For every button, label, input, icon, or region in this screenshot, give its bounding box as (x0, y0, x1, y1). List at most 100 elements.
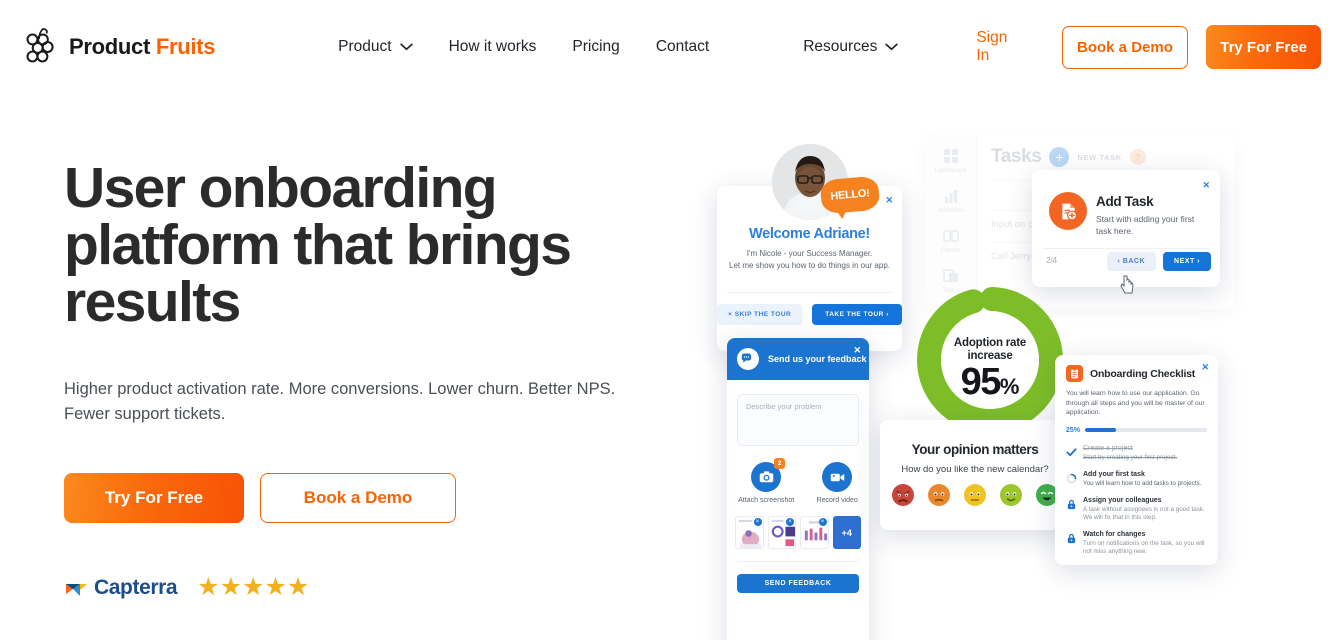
remove-thumbnail-icon[interactable]: × (753, 518, 762, 526)
nav-item-pricing[interactable]: Pricing (554, 38, 637, 56)
attach-screenshot-action[interactable]: 2 Attach screenshot (738, 458, 794, 504)
book-demo-button-hero[interactable]: Book a Demo (260, 473, 456, 523)
app-page-title: Tasks (991, 146, 1042, 167)
main-nav: Product How it works Pricing Contact Res… (320, 38, 916, 56)
app-sidebar-item-dashboard[interactable]: Dashboard (934, 148, 967, 174)
hero-cta-group: Try For Free Book a Demo (64, 473, 664, 523)
logo-text: Product Fruits (69, 34, 215, 60)
nav-label-product: Product (338, 38, 392, 55)
app-sidebar-item-clients[interactable]: Clients (940, 228, 961, 254)
remove-thumbnail-icon[interactable]: × (818, 518, 827, 526)
checklist-item-title: Create a project (1083, 444, 1133, 452)
tasks-icon (942, 269, 958, 282)
feedback-textarea[interactable]: Describe your problem (737, 394, 859, 446)
checklist-item[interactable]: Assign your colleagues A task without as… (1066, 496, 1207, 523)
back-button[interactable]: ‹ BACK (1106, 252, 1156, 271)
app-row-name: Call Jerry (991, 251, 1032, 262)
try-for-free-button-header[interactable]: Try For Free (1206, 25, 1321, 69)
welcome-body-line1: I'm Nicole - your Success Manager. (746, 249, 873, 258)
sad-face-icon[interactable] (927, 483, 951, 507)
help-button[interactable]: ? (1129, 149, 1146, 165)
send-feedback-button[interactable]: SEND FEEDBACK (737, 574, 859, 593)
try-for-free-button-hero[interactable]: Try For Free (64, 473, 244, 523)
grapes-logo-icon (26, 28, 54, 63)
attachment-thumbnails: × × × +4 (735, 516, 862, 549)
emoji-rating-group (880, 483, 1070, 507)
divider (737, 561, 859, 562)
logo[interactable]: Product Fruits (22, 27, 215, 67)
skip-tour-button[interactable]: × SKIP THE TOUR (717, 304, 803, 325)
nav-item-product[interactable]: Product (320, 38, 430, 56)
close-icon[interactable]: ✕ (853, 345, 861, 356)
welcome-body-line2: Let me show you how to do things in our … (729, 261, 890, 270)
feedback-actions: 2 Attach screenshot Record video (727, 458, 869, 504)
capterra-logo: Capterra (64, 576, 178, 600)
nav-label-contact: Contact (655, 38, 710, 55)
angry-face-icon[interactable] (891, 483, 915, 507)
lock-glyph (1067, 499, 1076, 509)
app-sidebar-label-clients: Clients (940, 247, 961, 254)
thumbnail[interactable]: × (800, 516, 829, 549)
add-task-body: Start with adding your first task here. (1096, 214, 1195, 236)
hello-speech-bubble: HELLO! (819, 175, 881, 215)
checklist-item-desc: A task without assignees is not a good t… (1083, 505, 1205, 522)
neutral-face-icon[interactable] (963, 483, 987, 507)
chevron-down-icon (399, 43, 413, 51)
add-task-tooltip-card: ✕ Add Task Start with adding your first … (1032, 170, 1220, 287)
clipboard-glyph (1071, 368, 1078, 379)
take-tour-button[interactable]: TAKE THE TOUR › (812, 304, 902, 325)
record-video-action[interactable]: Record video (817, 462, 858, 504)
chat-glyph (741, 353, 752, 363)
checklist-item-title: Add your first task (1083, 470, 1145, 478)
nav-label-resources: Resources (803, 38, 878, 55)
app-sidebar-item-activities[interactable]: Activities (938, 188, 963, 214)
hero-section: User onboarding platform that brings res… (64, 160, 664, 600)
happy-face-icon[interactable] (999, 483, 1023, 507)
nav-item-contact[interactable]: Contact (638, 38, 727, 56)
capterra-rating: Capterra ★★★★★ (64, 575, 664, 600)
video-camera-glyph (830, 473, 844, 481)
step-counter: 2/4 (1046, 256, 1058, 265)
book-demo-button-header[interactable]: Book a Demo (1061, 25, 1189, 69)
more-thumbnails-button[interactable]: +4 (832, 516, 862, 549)
adoption-rate-ring: Adoption rate increase 95% (915, 285, 1065, 435)
divider (1044, 248, 1208, 249)
ring-label-line1: Adoption rate (953, 337, 1027, 349)
welcome-title: Welcome Adriane! (749, 226, 870, 242)
remove-thumbnail-icon[interactable]: × (786, 518, 795, 526)
new-task-label[interactable]: NEW TASK (1077, 153, 1121, 162)
check-icon (1066, 444, 1077, 463)
progress-fill (1085, 428, 1116, 432)
ring-value: 95 (960, 361, 1002, 403)
nav-item-how-it-works[interactable]: How it works (431, 38, 555, 56)
checklist-items: Create a project Start by creating your … (1066, 444, 1207, 557)
logo-text-product: Product (69, 34, 151, 59)
spinner-icon (1066, 470, 1077, 489)
feedback-title: Send us your feedback (768, 354, 867, 364)
chevron-down-icon (885, 43, 899, 51)
check-glyph (1066, 447, 1077, 456)
onboarding-checklist-card: ✕ Onboarding Checklist You will learn ho… (1055, 355, 1218, 565)
thumbnail[interactable]: × (735, 516, 764, 549)
divider (727, 292, 892, 293)
nav-item-resources[interactable]: Resources (785, 38, 916, 56)
checklist-title: Onboarding Checklist (1090, 367, 1196, 380)
logo-text-fruits: Fruits (155, 34, 216, 59)
close-icon[interactable]: ✕ (885, 195, 893, 206)
nav-label-pricing: Pricing (572, 38, 620, 55)
checklist-body: You will learn how to use our applicatio… (1066, 390, 1205, 416)
close-icon[interactable]: ✕ (1202, 180, 1210, 191)
welcome-button-group: × SKIP THE TOUR TAKE THE TOUR › (717, 304, 902, 325)
close-icon[interactable]: ✕ (1201, 362, 1209, 373)
checklist-item[interactable]: Create a project Start by creating your … (1066, 444, 1207, 463)
new-task-plus-button[interactable]: + (1049, 147, 1070, 167)
checklist-item[interactable]: Watch for changes Turn on notifications … (1066, 530, 1207, 557)
thumbnail[interactable]: × (767, 516, 797, 549)
lock-icon (1066, 530, 1077, 557)
checklist-item[interactable]: Add your first task You will learn how t… (1066, 470, 1207, 489)
next-button[interactable]: NEXT › (1163, 252, 1211, 271)
sign-in-link[interactable]: Sign In (976, 29, 1009, 65)
app-sidebar-label-dashboard: Dashboard (934, 167, 967, 174)
record-video-label: Record video (816, 497, 858, 504)
landing-page: Product Fruits Product How it works Pric… (0, 0, 1343, 640)
